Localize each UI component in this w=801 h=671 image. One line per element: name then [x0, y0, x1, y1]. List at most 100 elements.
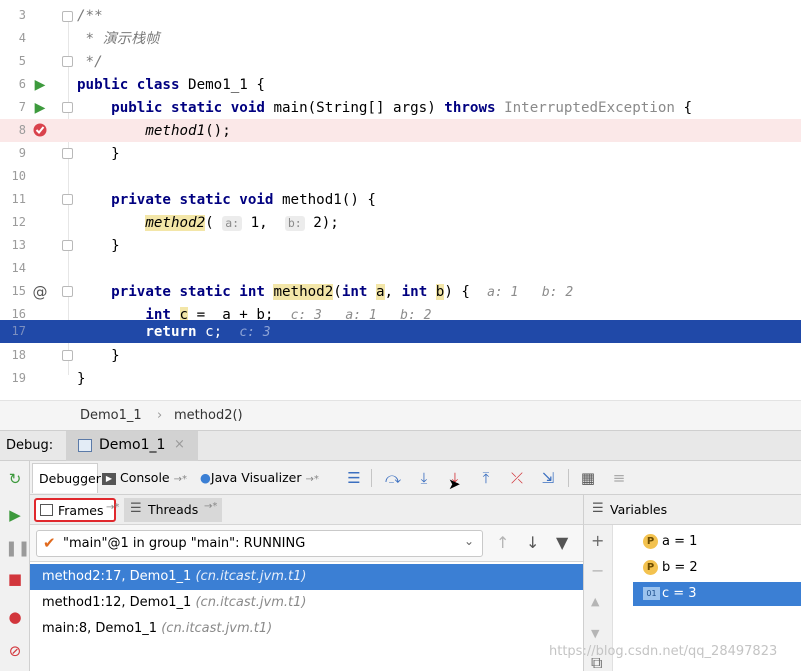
line-number: 9 [18, 146, 26, 160]
step-over-icon[interactable]: ⤼ [382, 468, 404, 488]
view-breakpoints-icon[interactable]: ● [5, 607, 25, 627]
line-number: 19 [11, 371, 26, 385]
add-watch-icon[interactable]: + [591, 531, 604, 550]
code-line[interactable]: 13 } [0, 234, 801, 257]
current-execution-line[interactable]: 17 return c; c: 3 [0, 320, 801, 343]
code-text: } [77, 371, 86, 387]
pin-icon[interactable]: →* [174, 474, 187, 485]
code-line[interactable]: 10 [0, 165, 801, 188]
code-line[interactable]: 3 /** [0, 4, 801, 27]
filter-icon[interactable]: ▼ [556, 533, 568, 552]
variable-row[interactable]: P b = 2 [613, 556, 801, 580]
rerun-icon[interactable]: ↻ [5, 469, 25, 489]
tab-label: Frames [58, 503, 104, 518]
tab-console[interactable]: ▶ Console →* [102, 463, 198, 493]
move-down-icon[interactable]: ▼ [591, 627, 599, 640]
tab-threads[interactable]: ☰ Threads →* [124, 498, 222, 522]
code-editor[interactable]: 3 /** 4 * 演示栈帧 5 */ 6 ▶ public class Dem… [0, 0, 801, 400]
code-text: private static void method1() { [77, 190, 376, 210]
breadcrumb-method[interactable]: method2() [174, 408, 243, 423]
keyword: private static void [111, 192, 274, 208]
session-icon [78, 439, 92, 452]
fold-icon[interactable] [62, 350, 73, 361]
code-line[interactable]: 14 [0, 257, 801, 280]
variable-row[interactable]: 01 c = 3 [633, 582, 801, 606]
fold-icon[interactable] [62, 102, 73, 113]
close-icon[interactable]: × [174, 437, 185, 452]
code-line[interactable]: 5 */ [0, 50, 801, 73]
brace: } [111, 146, 120, 162]
arrow-up-icon[interactable]: ↑ [496, 533, 509, 552]
line-number: 10 [11, 169, 26, 183]
step-into-icon[interactable]: ⤓ [413, 468, 435, 488]
code-text: public class Demo1_1 { [77, 75, 265, 95]
remove-watch-icon[interactable]: − [591, 561, 604, 580]
move-up-icon[interactable]: ▲ [591, 595, 599, 608]
brace: { [674, 100, 693, 116]
chevron-down-icon[interactable]: ⌄ [464, 534, 474, 548]
frame-row[interactable]: main:8, Demo1_1 (cn.itcast.jvm.t1) [30, 616, 583, 642]
mute-breakpoints-icon[interactable]: ⊘ [5, 641, 25, 661]
fold-icon[interactable] [62, 148, 73, 159]
code-text: */ [77, 54, 103, 70]
call-end: (); [205, 123, 231, 139]
fold-icon[interactable] [62, 286, 73, 297]
debug-session-tab[interactable]: Demo1_1 × [66, 431, 198, 461]
frame-row[interactable]: method1:12, Demo1_1 (cn.itcast.jvm.t1) [30, 590, 583, 616]
resume-icon[interactable]: ▶ [5, 505, 25, 525]
breakpoint-icon[interactable] [30, 122, 50, 140]
breakpoint-line[interactable]: 8 method1(); [0, 119, 801, 142]
brace: } [111, 348, 120, 364]
stop-icon[interactable]: ■ [5, 569, 25, 589]
fold-icon[interactable] [62, 194, 73, 205]
breadcrumb-class[interactable]: Demo1_1 [80, 408, 142, 423]
fold-icon[interactable] [62, 240, 73, 251]
keyword: int [341, 284, 368, 300]
step-out-icon[interactable]: ⤒ [475, 468, 497, 488]
tab-debugger[interactable]: Debugger [32, 463, 101, 493]
class-decl: Demo1_1 { [179, 77, 265, 93]
code-line[interactable]: 6 ▶ public class Demo1_1 { [0, 73, 801, 96]
code-text: /** [77, 8, 103, 24]
trace-icon[interactable]: ≡ [608, 468, 630, 488]
argument: 1, [242, 215, 268, 231]
code-line[interactable]: 18 } [0, 344, 801, 367]
frame-row[interactable]: method2:17, Demo1_1 (cn.itcast.jvm.t1) [30, 564, 583, 590]
show-execution-point-icon[interactable]: ☰ [343, 468, 365, 488]
pause-icon[interactable]: ❚❚ [5, 538, 30, 558]
code-line[interactable]: 9 } [0, 142, 801, 165]
tab-java-visualizer[interactable]: ●Java Visualizer →* [200, 463, 340, 493]
paren: ( [205, 215, 214, 231]
pin-icon[interactable]: →* [106, 502, 119, 513]
evaluate-expression-icon[interactable]: ▦ [577, 468, 599, 488]
code-line[interactable]: 7 ▶ public static void main(String[] arg… [0, 96, 801, 119]
fold-icon[interactable] [62, 56, 73, 67]
threads-icon: ☰ [130, 501, 142, 516]
pin-icon[interactable]: →* [204, 501, 217, 512]
code-line[interactable]: 4 * 演示栈帧 [0, 27, 801, 50]
variable-row[interactable]: P a = 1 [613, 530, 801, 554]
keyword: return [145, 324, 197, 340]
thread-dropdown[interactable]: ✔ "main"@1 in group "main": RUNNING ⌄ [36, 530, 483, 557]
variable-value: b = 2 [662, 560, 698, 575]
arrow-down-icon[interactable]: ↓ [526, 533, 539, 552]
line-number: 18 [11, 348, 26, 362]
console-icon: ▶ [102, 472, 116, 485]
pin-icon[interactable]: →* [305, 474, 318, 485]
code-line[interactable]: 15 @ private static int method2(int a, i… [0, 280, 801, 303]
line-number: 14 [11, 261, 26, 275]
run-icon[interactable]: ▶ [30, 76, 50, 94]
checkmark-icon: ✔ [43, 534, 56, 552]
run-icon[interactable]: ▶ [30, 99, 50, 117]
tab-frames[interactable]: Frames →* [34, 498, 119, 522]
fold-icon[interactable] [62, 11, 73, 22]
thread-selected-value: "main"@1 in group "main": RUNNING [63, 536, 306, 551]
code-line[interactable]: 11 private static void method1() { [0, 188, 801, 211]
toolbar-separator [568, 469, 569, 487]
code-line[interactable]: 12 method2( a: 1, b: 2); [0, 211, 801, 234]
drop-frame-icon[interactable]: ⤫ [506, 468, 528, 488]
override-marker[interactable]: @ [30, 283, 50, 301]
code-line[interactable]: 19 } [0, 367, 801, 390]
run-to-cursor-icon[interactable]: ⇲ [537, 468, 559, 488]
method-signature: main(String[] args) [264, 100, 445, 116]
